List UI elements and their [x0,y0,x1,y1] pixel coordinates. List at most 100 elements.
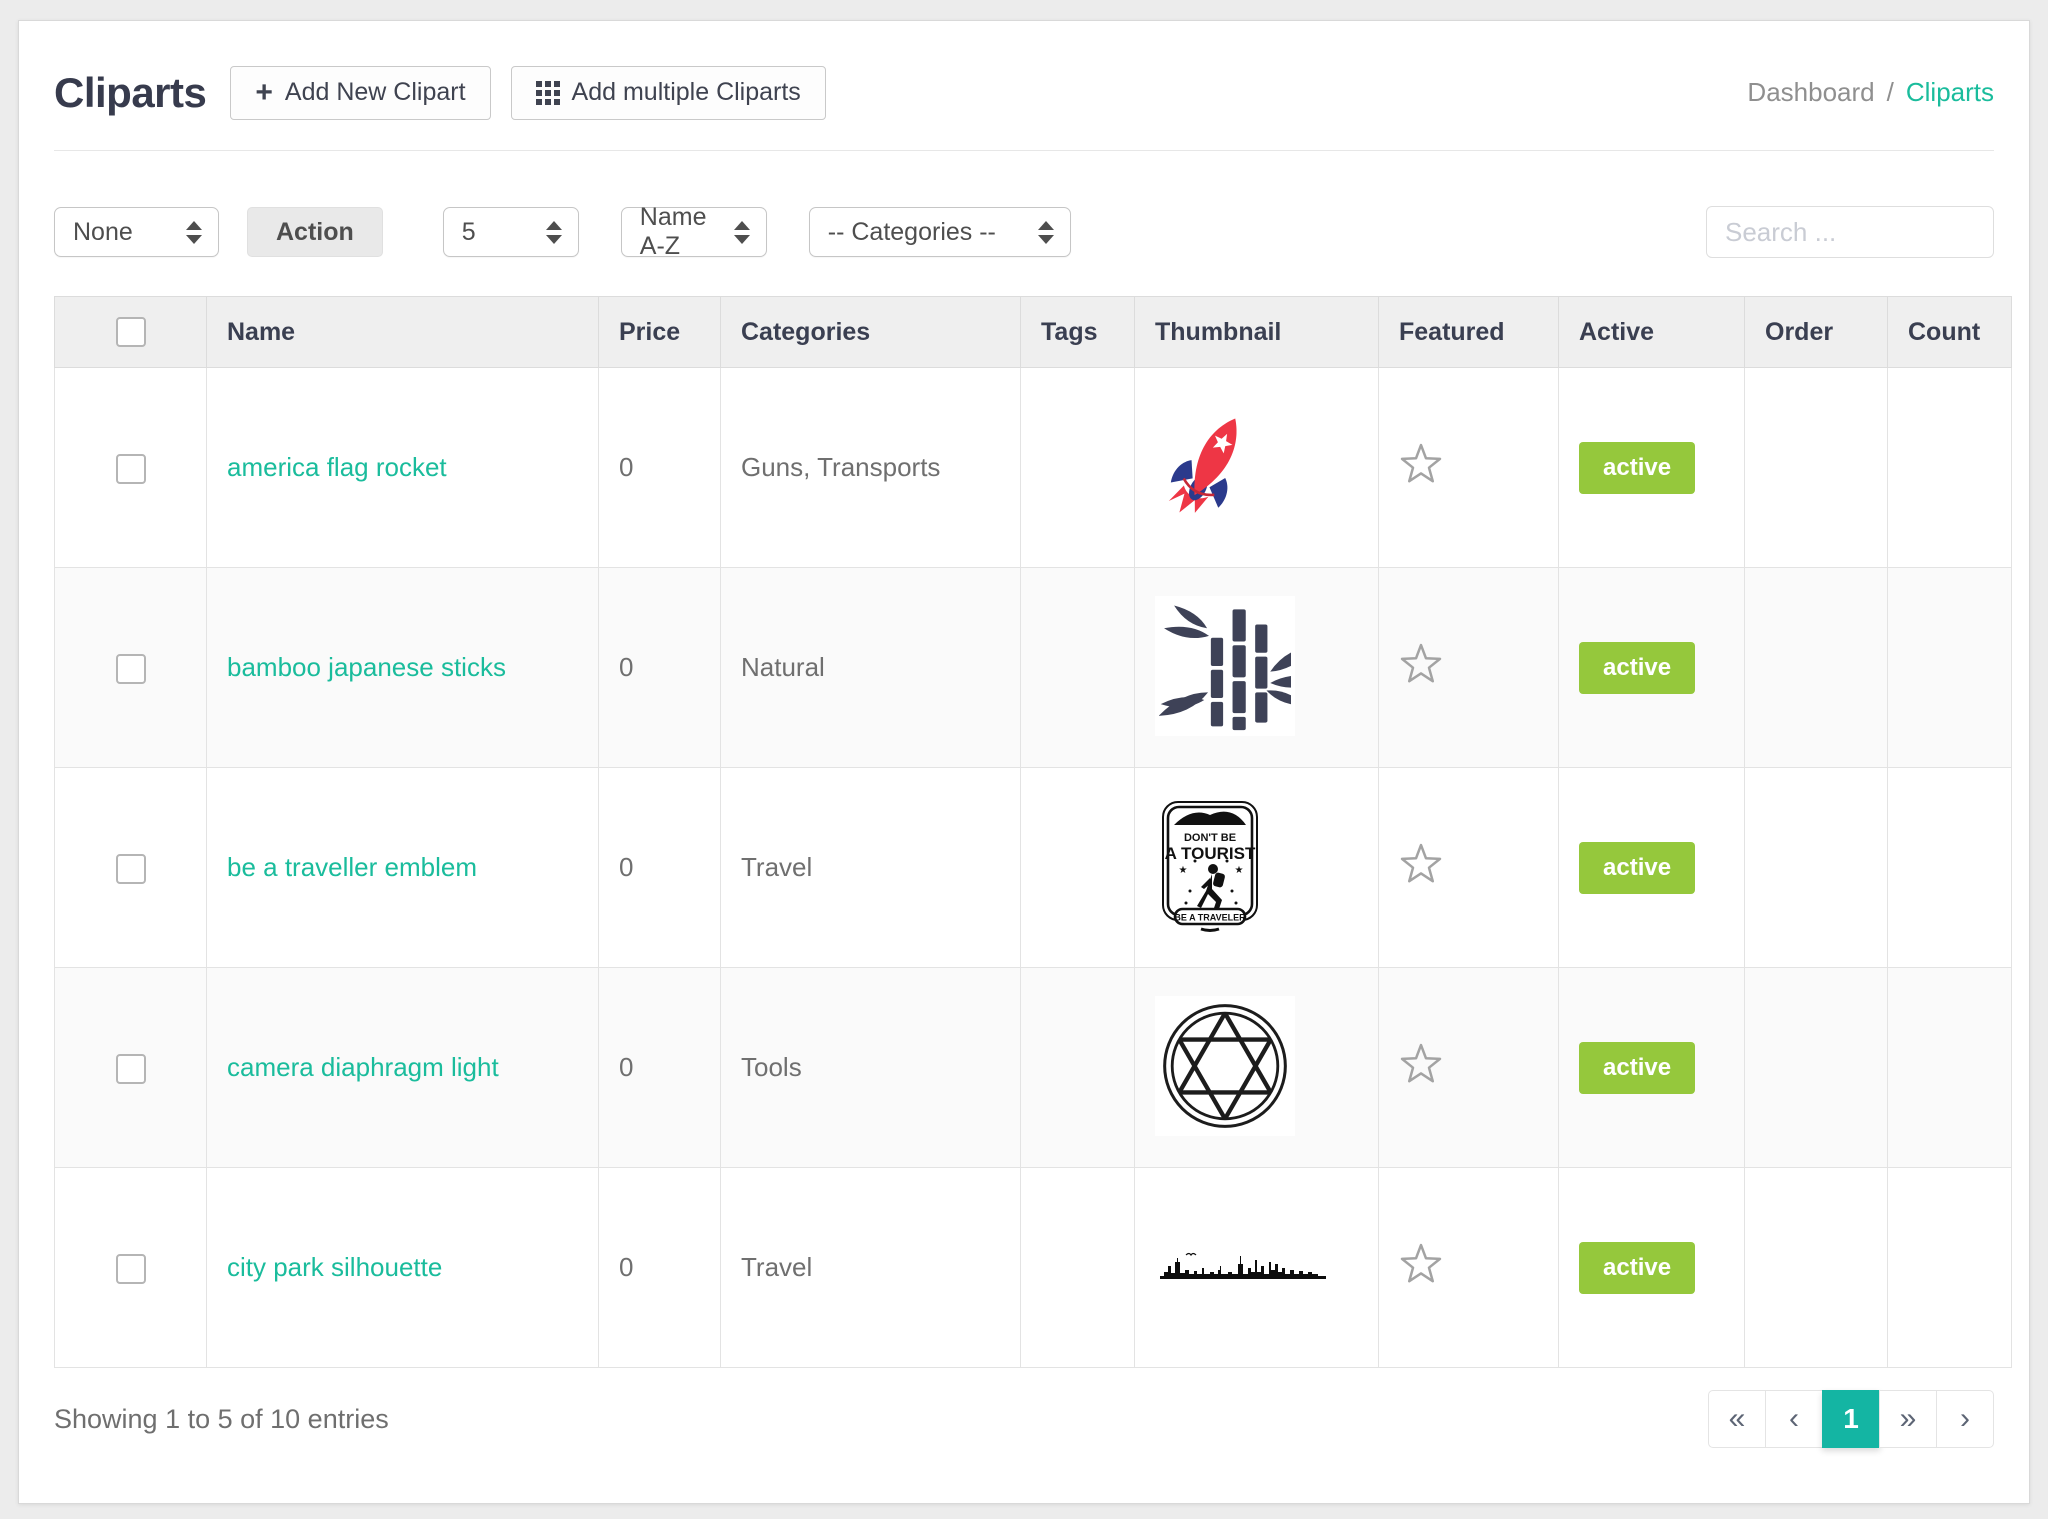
sort-select[interactable]: Name A-Z [621,207,767,257]
action-button[interactable]: Action [247,207,383,257]
svg-text:A TOURIST: A TOURIST [1165,844,1256,863]
tags-cell [1021,968,1135,1168]
clipart-name-link[interactable]: be a traveller emblem [227,852,477,882]
price-cell: 0 [599,968,721,1168]
pagination-first-button[interactable]: « [1708,1390,1766,1448]
plus-icon: + [255,78,273,108]
count-cell [1888,968,2012,1168]
column-header-thumbnail: Thumbnail [1135,297,1379,368]
search-input[interactable] [1706,206,1994,258]
pagination-next-button[interactable]: › [1936,1390,1994,1448]
clipart-name-link[interactable]: city park silhouette [227,1252,442,1282]
page-title: Cliparts [54,69,206,117]
count-cell [1888,768,2012,968]
per-page-select[interactable]: 5 [443,207,579,257]
add-new-clipart-button[interactable]: + Add New Clipart [230,66,490,120]
column-header-count: Count [1888,297,2012,368]
clipart-name-link[interactable]: bamboo japanese sticks [227,652,506,682]
select-stepper-icon [546,221,562,244]
featured-star-icon[interactable] [1399,1043,1443,1085]
select-stepper-icon [734,221,750,244]
table-footer: Showing 1 to 5 of 10 entries « ‹ 1 » › [54,1390,1994,1448]
tags-cell [1021,368,1135,568]
row-checkbox[interactable] [116,1254,146,1284]
categories-cell: Travel [721,768,1021,968]
pagination-page-1-button[interactable]: 1 [1822,1390,1880,1448]
category-filter-value: -- Categories -- [828,218,996,247]
camera-aperture-thumbnail [1155,996,1295,1136]
column-header-active: Active [1559,297,1745,368]
price-cell: 0 [599,368,721,568]
tags-cell [1021,568,1135,768]
tags-cell [1021,768,1135,968]
price-cell: 0 [599,1168,721,1368]
column-header-featured: Featured [1379,297,1559,368]
column-header-order: Order [1745,297,1888,368]
clipart-name-link[interactable]: america flag rocket [227,452,447,482]
row-checkbox[interactable] [116,854,146,884]
breadcrumb: Dashboard / Cliparts [1747,77,1994,108]
count-cell [1888,568,2012,768]
featured-star-icon[interactable] [1399,1243,1443,1285]
featured-star-icon[interactable] [1399,643,1443,685]
entries-summary: Showing 1 to 5 of 10 entries [54,1404,389,1435]
table-row: be a traveller emblem 0 Travel DON'T BE [55,768,2012,968]
svg-text:★: ★ [1179,865,1188,876]
bulk-action-select-value: None [73,218,133,247]
sort-select-value: Name A-Z [640,203,716,261]
clipart-name-link[interactable]: camera diaphragm light [227,1052,499,1082]
active-status-badge[interactable]: active [1579,642,1695,694]
active-status-badge[interactable]: active [1579,1242,1695,1294]
add-multiple-cliparts-label: Add multiple Cliparts [572,78,801,107]
traveler-emblem-thumbnail: DON'T BE A TOURIST ★ ★ [1155,796,1265,936]
pagination-prev-button[interactable]: ‹ [1765,1390,1823,1448]
order-cell [1745,568,1888,768]
price-cell: 0 [599,768,721,968]
order-cell [1745,768,1888,968]
page-header: Cliparts + Add New Clipart Add multiple … [54,21,1994,151]
breadcrumb-dashboard-link[interactable]: Dashboard [1747,77,1874,108]
column-header-name: Name [207,297,599,368]
order-cell [1745,968,1888,1168]
grid-icon [536,81,560,105]
bulk-action-select[interactable]: None [54,207,219,257]
active-status-badge[interactable]: active [1579,842,1695,894]
toolbar: None Action 5 Name A-Z -- Categories -- [54,206,1994,258]
price-cell: 0 [599,568,721,768]
select-stepper-icon [1038,221,1054,244]
city-skyline-thumbnail [1155,1242,1331,1290]
categories-cell: Tools [721,968,1021,1168]
svg-text:DON'T BE: DON'T BE [1184,832,1236,844]
select-all-checkbox[interactable] [116,317,146,347]
table-row: city park silhouette 0 Travel [55,1168,2012,1368]
featured-star-icon[interactable] [1399,443,1443,485]
per-page-select-value: 5 [462,218,476,247]
categories-cell: Natural [721,568,1021,768]
breadcrumb-separator: / [1887,77,1894,108]
bamboo-thumbnail [1155,596,1295,736]
column-header-price: Price [599,297,721,368]
row-checkbox[interactable] [116,1054,146,1084]
svg-text:BE A TRAVELER: BE A TRAVELER [1174,912,1246,922]
rocket-thumbnail [1155,401,1265,531]
count-cell [1888,368,2012,568]
add-new-clipart-label: Add New Clipart [285,78,466,107]
table-header-row: Name Price Categories Tags Thumbnail Fea… [55,297,2012,368]
active-status-badge[interactable]: active [1579,442,1695,494]
table-row: camera diaphragm light 0 Tools [55,968,2012,1168]
row-checkbox[interactable] [116,454,146,484]
order-cell [1745,1168,1888,1368]
categories-cell: Travel [721,1168,1021,1368]
table-row: america flag rocket 0 Guns, Transports [55,368,2012,568]
column-header-categories: Categories [721,297,1021,368]
select-stepper-icon [186,221,202,244]
cliparts-admin-panel: Cliparts + Add New Clipart Add multiple … [18,20,2030,1504]
row-checkbox[interactable] [116,654,146,684]
cliparts-table: Name Price Categories Tags Thumbnail Fea… [54,296,2012,1368]
featured-star-icon[interactable] [1399,843,1443,885]
category-filter-select[interactable]: -- Categories -- [809,207,1071,257]
active-status-badge[interactable]: active [1579,1042,1695,1094]
add-multiple-cliparts-button[interactable]: Add multiple Cliparts [511,66,826,120]
pagination-last-button[interactable]: » [1879,1390,1937,1448]
breadcrumb-current-page: Cliparts [1906,77,1994,108]
